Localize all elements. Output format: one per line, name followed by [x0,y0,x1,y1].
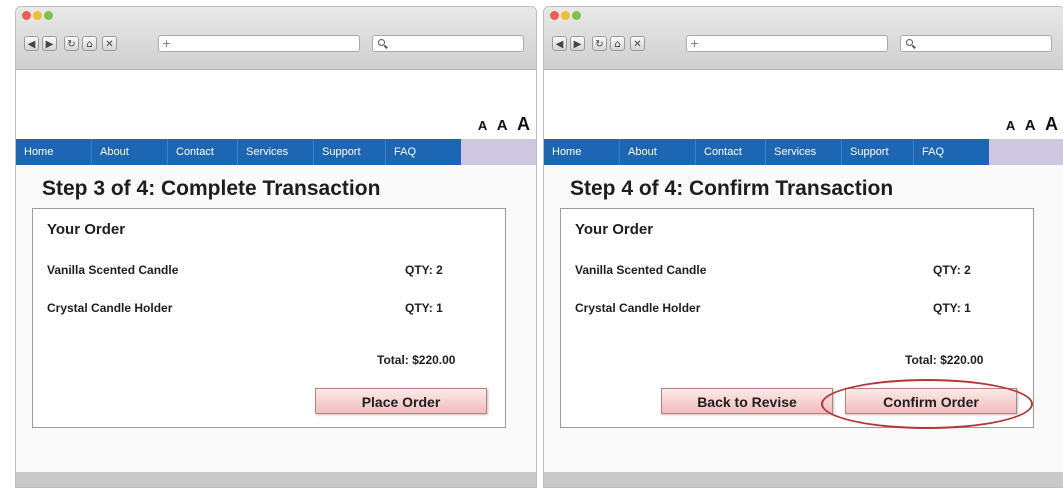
reload-icon[interactable]: ↻ [64,36,79,51]
nav-item-about[interactable]: About [620,139,696,165]
order-item-qty: QTY: 1 [405,301,443,315]
text-size-large-button[interactable]: A [517,114,530,134]
order-title: Your Order [47,221,126,238]
minimize-window-button[interactable] [33,11,42,20]
nav-item-support[interactable]: Support [842,139,914,165]
nav-item-support[interactable]: Support [314,139,386,165]
web-page: A A A Home About Contact Services Suppor… [544,70,1063,472]
main-nav: Home About Contact Services Support FAQ [544,139,1063,165]
new-tab-plus-icon[interactable]: + [162,36,171,51]
maximize-window-button[interactable] [572,11,581,20]
text-size-large-button[interactable]: A [1045,114,1058,134]
site-header: A A A [544,70,1063,139]
close-window-button[interactable] [22,11,31,20]
nav-item-services[interactable]: Services [238,139,314,165]
browser-window-step-4: ◀ ▶ ↻ ⌂ ✕ + A A A Home About Contact Ser… [543,6,1063,488]
home-icon[interactable]: ⌂ [82,36,97,51]
web-page: A A A Home About Contact Services Suppor… [16,70,536,472]
step-title: Step 4 of 4: Confirm Transaction [570,177,894,200]
minimize-window-button[interactable] [561,11,570,20]
text-size-controls: A A A [1001,114,1058,135]
order-title: Your Order [575,221,654,238]
text-size-small-button[interactable]: A [478,118,487,133]
forward-arrow-icon[interactable]: ▶ [42,36,57,51]
order-total: Total: $220.00 [905,353,984,367]
reload-icon[interactable]: ↻ [592,36,607,51]
address-bar[interactable]: + [686,35,888,52]
order-summary-panel: Your Order Vanilla Scented Candle QTY: 2… [560,208,1034,429]
browser-footer [16,472,536,487]
order-item-name: Crystal Candle Holder [575,301,701,315]
search-icon [378,39,385,46]
order-item-name: Crystal Candle Holder [47,301,173,315]
forward-arrow-icon[interactable]: ▶ [570,36,585,51]
close-icon[interactable]: ✕ [630,36,645,51]
nav-item-contact[interactable]: Contact [168,139,238,165]
back-arrow-icon[interactable]: ◀ [24,36,39,51]
address-bar[interactable]: + [158,35,360,52]
browser-footer [544,472,1063,487]
text-size-medium-button[interactable]: A [1025,117,1036,134]
place-order-button[interactable]: Place Order [315,388,487,414]
order-item-name: Vanilla Scented Candle [575,263,707,277]
nav-bar: Home About Contact Services Support FAQ [16,139,461,165]
order-summary-panel: Your Order Vanilla Scented Candle QTY: 2… [32,208,506,428]
highlight-ellipse [821,379,1033,429]
order-item-qty: QTY: 2 [405,263,443,277]
maximize-window-button[interactable] [44,11,53,20]
nav-item-home[interactable]: Home [544,139,620,165]
close-icon[interactable]: ✕ [102,36,117,51]
step-title: Step 3 of 4: Complete Transaction [42,177,381,200]
back-to-revise-button[interactable]: Back to Revise [661,388,833,414]
order-item-qty: QTY: 2 [933,263,971,277]
nav-item-about[interactable]: About [92,139,168,165]
nav-bar: Home About Contact Services Support FAQ [544,139,989,165]
close-window-button[interactable] [550,11,559,20]
browser-window-step-3: ◀ ▶ ↻ ⌂ ✕ + A A A Home About Contact Ser… [15,6,537,488]
main-nav: Home About Contact Services Support FAQ [16,139,536,165]
text-size-controls: A A A [473,114,530,135]
order-item-name: Vanilla Scented Candle [47,263,179,277]
site-header: A A A [16,70,536,139]
nav-item-faq[interactable]: FAQ [914,139,989,165]
home-icon[interactable]: ⌂ [610,36,625,51]
back-arrow-icon[interactable]: ◀ [552,36,567,51]
nav-item-home[interactable]: Home [16,139,92,165]
order-item-qty: QTY: 1 [933,301,971,315]
order-total: Total: $220.00 [377,353,456,367]
nav-item-faq[interactable]: FAQ [386,139,461,165]
search-input[interactable] [372,35,524,52]
browser-toolbar: ◀ ▶ ↻ ⌂ ✕ + [16,7,536,70]
new-tab-plus-icon[interactable]: + [690,36,699,51]
nav-item-contact[interactable]: Contact [696,139,766,165]
browser-toolbar: ◀ ▶ ↻ ⌂ ✕ + [544,7,1063,70]
search-input[interactable] [900,35,1052,52]
text-size-medium-button[interactable]: A [497,117,508,134]
search-icon [906,39,913,46]
nav-item-services[interactable]: Services [766,139,842,165]
text-size-small-button[interactable]: A [1006,118,1015,133]
